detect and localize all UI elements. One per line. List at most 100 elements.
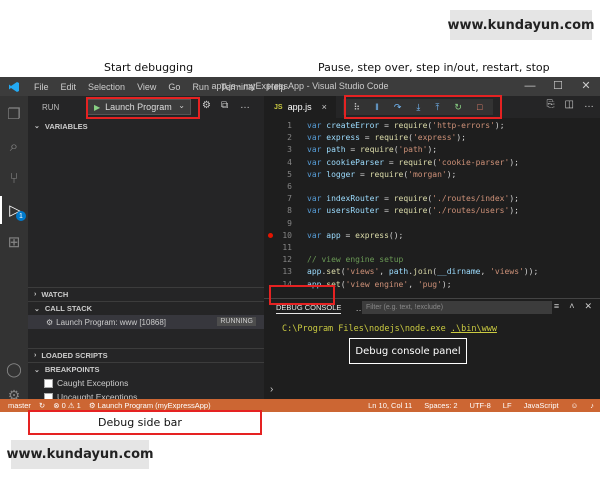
status-debug-session[interactable]: ⚙ Launch Program (myExpressApp) <box>89 401 211 410</box>
code-token: join <box>413 267 433 277</box>
code-token: app <box>307 267 322 277</box>
menu-item-selection[interactable]: Selection <box>82 82 131 92</box>
extensions-icon[interactable]: ⊞ <box>0 228 28 256</box>
code-token: usersRouter <box>326 206 380 216</box>
more-actions-icon[interactable]: … <box>584 99 594 110</box>
line-number: 2 <box>287 133 292 143</box>
code-text: var usersRouter = require('./routes/user… <box>307 205 519 217</box>
code-token: var <box>307 169 327 179</box>
code-line: 1 var createError = require('http-errors'… <box>264 120 600 132</box>
code-token: set <box>326 267 341 277</box>
code-token: require <box>374 133 409 143</box>
editor-actions: ⎘ ◫ … <box>547 99 594 110</box>
menu-item-help[interactable]: Help <box>261 82 292 92</box>
console-output: C:\Program Files\nodejs\node.exe .\bin\w… <box>282 324 497 334</box>
code-token: 'express' <box>412 133 457 143</box>
code-text: var indexRouter = require('./routes/inde… <box>307 193 519 205</box>
split-editor-icon[interactable]: ◫ <box>565 99 574 110</box>
chevron-expanded-icon: ⌄ <box>34 366 40 374</box>
code-line: 3 var path = require('path'); <box>264 144 600 156</box>
breakpoint-item[interactable]: Caught Exceptions <box>28 376 264 390</box>
vscode-window: File Edit Selection View Go Run Terminal Help a… <box>0 77 600 412</box>
gear-icon[interactable]: ⚙ <box>202 100 211 111</box>
code-token: 'views' <box>345 267 380 277</box>
section-variables[interactable]: ⌄ VARIABLES <box>28 119 264 133</box>
sync-icon[interactable]: ↻ <box>39 401 45 410</box>
javascript-file-icon: JS <box>274 103 283 111</box>
close-tab-icon[interactable]: × <box>322 102 327 112</box>
code-token: __dirname <box>437 267 481 277</box>
code-editor[interactable]: 1 var createError = require('http-errors'… <box>264 120 600 298</box>
menu-item-terminal[interactable]: Terminal <box>215 82 261 92</box>
code-token: = <box>379 194 394 204</box>
close-window-icon[interactable]: ✕ <box>572 77 600 96</box>
code-token: )); <box>523 267 539 277</box>
code-token: path <box>326 145 346 155</box>
call-stack-item[interactable]: ⚙ Launch Program: www [10868] RUNNING <box>28 315 264 329</box>
status-eol[interactable]: LF <box>503 401 512 410</box>
status-language[interactable]: JavaScript <box>524 401 559 410</box>
account-icon[interactable]: ◯ <box>0 355 28 383</box>
source-control-icon[interactable]: ⑂ <box>0 164 28 192</box>
code-token: './routes/index' <box>432 194 510 204</box>
code-token: ); <box>509 194 519 204</box>
code-text: var path = require('path'); <box>307 144 437 156</box>
code-line: 4 var cookieParser = require('cookie-pars… <box>264 157 600 169</box>
breakpoint-checkbox[interactable] <box>44 378 53 388</box>
activity-bar: ❐ ⌕ ⑂ ▷ 1 ⊞ ◯ ⚙ <box>0 96 28 403</box>
minimize-icon[interactable]: — <box>516 77 544 96</box>
call-stack-label: Launch Program: www [10868] <box>56 317 167 327</box>
section-watch[interactable]: › WATCH <box>28 287 264 301</box>
tab-app-js[interactable]: JS app.js × <box>264 96 336 118</box>
watermark-top: www.kundayun.com <box>447 10 595 40</box>
status-spaces[interactable]: Spaces: 2 <box>424 401 457 410</box>
files-icon[interactable]: ❐ <box>0 100 28 128</box>
section-call-stack[interactable]: ⌄ CALL STACK <box>28 301 264 315</box>
code-token: ); <box>456 133 466 143</box>
menu-item-run[interactable]: Run <box>186 82 215 92</box>
feedback-icon[interactable]: ☺ <box>571 401 579 410</box>
section-breakpoints-label: BREAKPOINTS <box>44 365 100 374</box>
menu-item-edit[interactable]: Edit <box>55 82 83 92</box>
maximize-panel-icon[interactable]: ˄ <box>569 301 574 312</box>
search-icon[interactable]: ⌕ <box>0 132 28 160</box>
maximize-icon[interactable]: ☐ <box>544 77 572 96</box>
status-encoding[interactable]: UTF-8 <box>470 401 491 410</box>
section-loaded-scripts-label: LOADED SCRIPTS <box>41 351 108 360</box>
sidebar-title: RUN <box>42 102 60 112</box>
line-number: 13 <box>282 267 292 277</box>
status-right: Ln 10, Col 11 Spaces: 2 UTF-8 LF JavaScr… <box>356 401 600 410</box>
close-panel-icon[interactable]: ✕ <box>584 301 592 312</box>
menu-item-view[interactable]: View <box>131 82 162 92</box>
line-number: 12 <box>282 255 292 265</box>
section-loaded-scripts[interactable]: › LOADED SCRIPTS <box>28 348 264 362</box>
highlight-debug-toolbar <box>344 95 502 119</box>
clear-console-icon[interactable]: ≡ <box>554 301 559 312</box>
code-token: ); <box>446 169 457 179</box>
status-position[interactable]: Ln 10, Col 11 <box>368 401 412 410</box>
bell-icon[interactable]: ♪ <box>590 401 594 410</box>
menu-item-go[interactable]: Go <box>162 82 186 92</box>
console-prompt-icon[interactable]: › <box>270 384 273 395</box>
code-token: // view engine setup <box>307 255 404 265</box>
status-problems[interactable]: ⊗ 0 ⚠ 1 <box>53 401 81 410</box>
more-actions-icon[interactable]: … <box>240 100 250 111</box>
code-token: require <box>369 169 404 179</box>
chevron-right-icon: › <box>34 352 37 359</box>
console-filter-input[interactable]: Filter (e.g. text, !exclude) <box>362 301 552 314</box>
section-breakpoints[interactable]: ⌄ BREAKPOINTS <box>28 362 264 376</box>
code-line: 6 <box>264 181 600 193</box>
menu-item-file[interactable]: File <box>28 82 55 92</box>
code-token: require <box>393 121 428 130</box>
section-watch-label: WATCH <box>41 290 69 299</box>
code-token: , <box>379 267 389 277</box>
open-changes-icon[interactable]: ⎘ <box>547 99 555 110</box>
line-number: 3 <box>287 145 292 155</box>
line-number: 1 <box>287 121 292 130</box>
highlight-launch-config <box>86 97 200 119</box>
console-output-link[interactable]: .\bin\www <box>451 324 497 334</box>
status-branch[interactable]: master <box>8 401 31 410</box>
code-token: (); <box>388 230 404 240</box>
code-token: require <box>359 145 394 155</box>
debug-console-toggle-icon[interactable]: ⧉ <box>221 100 228 111</box>
